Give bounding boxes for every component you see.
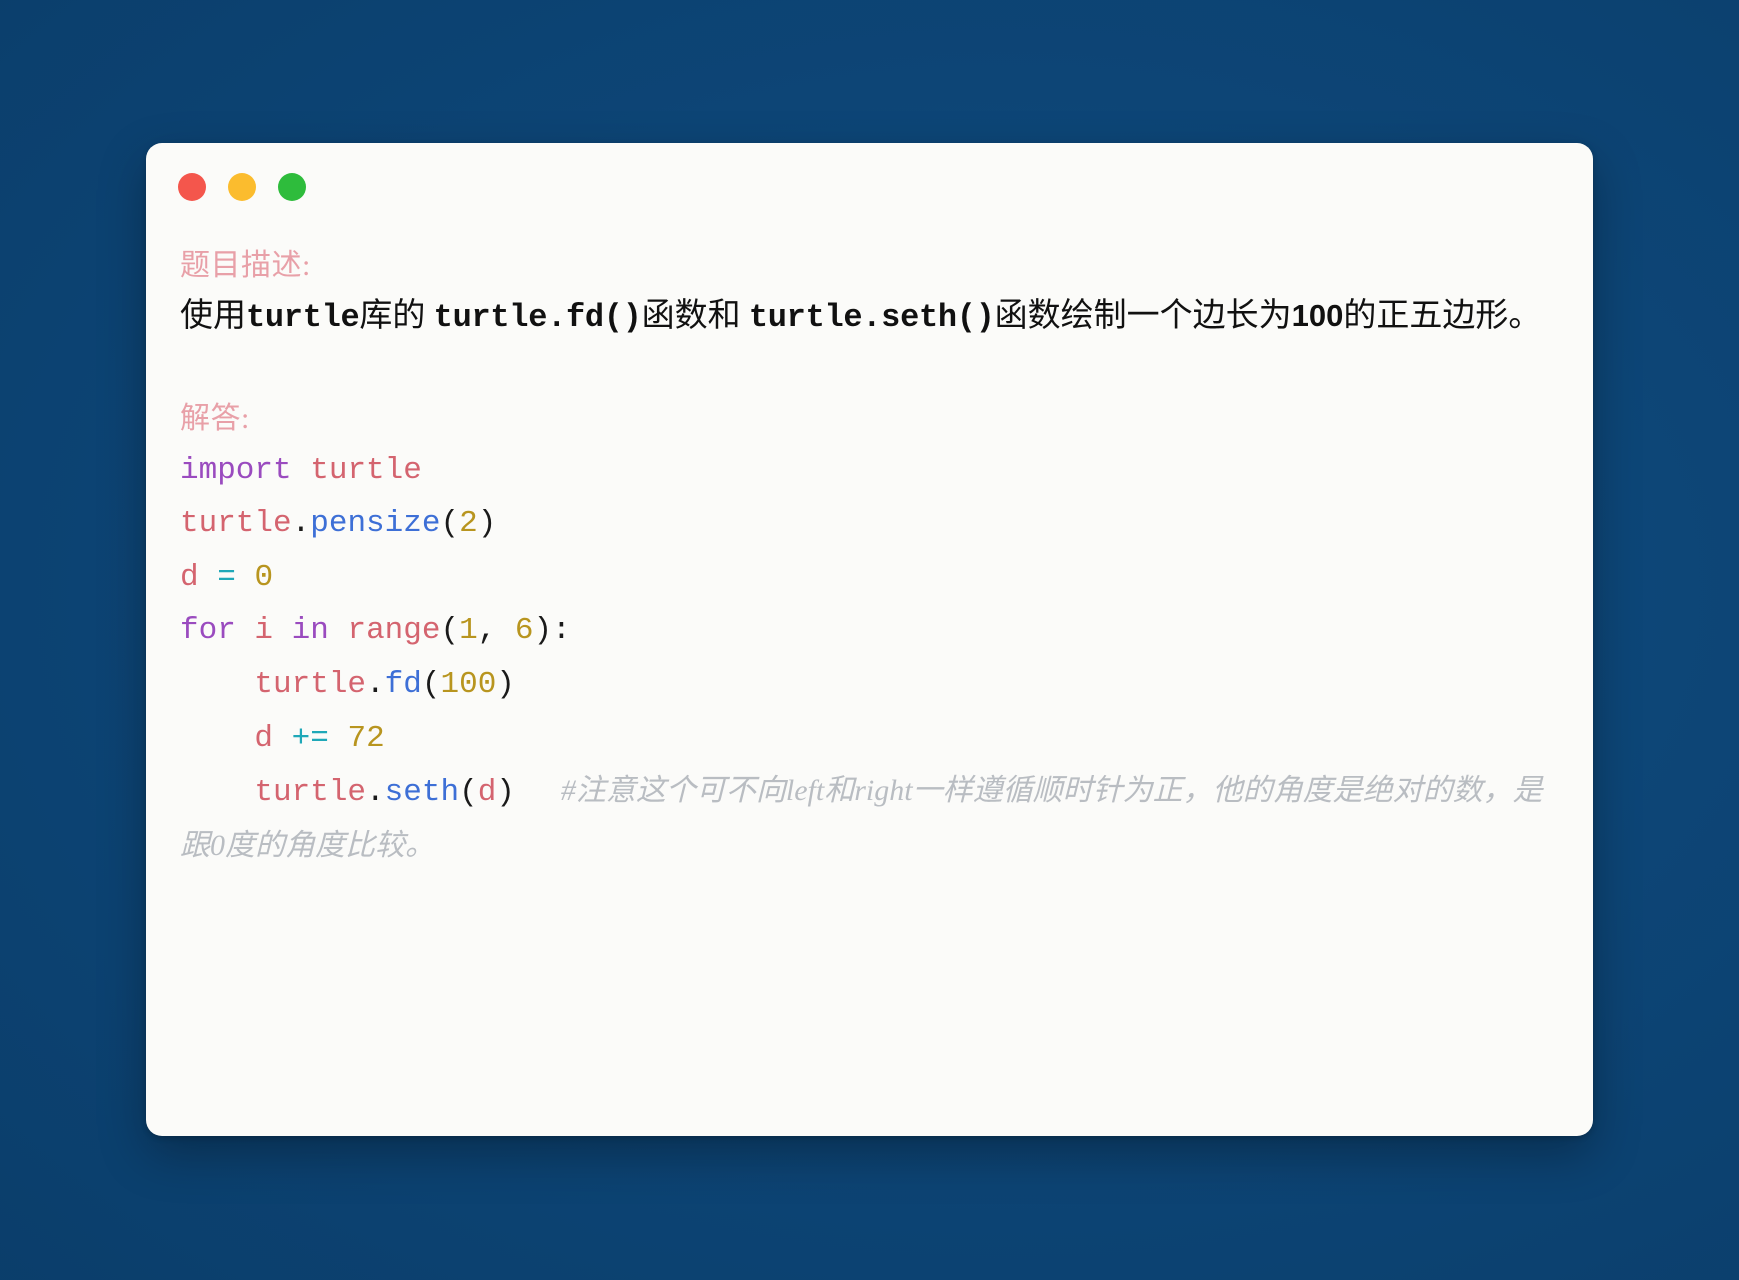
code-token-turtle-ref-3: turtle (254, 775, 367, 811)
code-token-var-i: i (254, 613, 274, 649)
problem-statement: 使用turtle库的 turtle.fd()函数和 turtle.seth()函… (180, 291, 1571, 343)
answer-heading: 解答: (180, 402, 250, 436)
code-token-lparen-2: ( (440, 613, 460, 649)
code-indent-1 (180, 667, 254, 702)
window-titlebar (178, 167, 306, 207)
code-token-turtle-ref-2: turtle (254, 667, 367, 703)
code-token-in: in (291, 613, 329, 649)
code-token-dot-1: . (291, 506, 311, 542)
code-token-pensize: pensize (310, 506, 441, 542)
code-token-assign: = (217, 559, 236, 595)
problem-text-1: 使用 (180, 297, 246, 334)
python-code-block[interactable]: import turtle turtle.pensize(2) d = 0 fo… (180, 444, 1571, 875)
code-token-range: range (347, 613, 441, 649)
code-token-lparen-3: ( (421, 667, 441, 703)
code-token-plus-assign: += (291, 720, 329, 756)
code-indent-3 (180, 775, 254, 810)
code-token-turtle-ref-1: turtle (180, 506, 292, 542)
problem-code-fd: turtle.fd() (433, 298, 642, 336)
code-token-rparen-2: ) (533, 613, 553, 649)
code-token-range-stop: 6 (514, 613, 534, 649)
code-token-var-d-2: d (254, 720, 274, 756)
problem-code-seth: turtle.seth() (748, 298, 995, 336)
problem-code-turtle: turtle (246, 298, 360, 336)
maximize-window-button[interactable] (278, 173, 306, 201)
code-token-rparen-4: ) (496, 775, 515, 811)
code-token-rparen-1: ) (477, 506, 497, 542)
close-window-button[interactable] (178, 173, 206, 201)
code-token-import: import (180, 452, 292, 488)
code-token-fd-arg: 100 (440, 667, 497, 703)
code-token-for: for (180, 613, 236, 649)
code-token-dot-3: . (366, 775, 385, 811)
code-token-zero: 0 (254, 559, 274, 595)
code-token-turtle-module: turtle (310, 452, 422, 488)
code-token-lparen-4: ( (459, 775, 478, 811)
snippet-content: 题目描述: 使用turtle库的 turtle.fd()函数和 turtle.s… (180, 247, 1571, 1126)
code-token-range-start: 1 (459, 613, 478, 649)
code-token-var-d-1: d (180, 559, 199, 595)
code-snippet-window: 题目描述: 使用turtle库的 turtle.fd()函数和 turtle.s… (146, 143, 1593, 1136)
code-token-fd: fd (384, 667, 422, 703)
problem-side-length: 100 (1291, 297, 1344, 333)
code-token-lparen-1: ( (440, 506, 460, 542)
problem-text-2: 库的 (359, 297, 434, 334)
code-token-colon: : (552, 613, 571, 649)
problem-heading: 题目描述: (180, 249, 311, 282)
minimize-window-button[interactable] (228, 173, 256, 201)
code-token-comma: , (477, 613, 515, 649)
code-token-dot-2: . (366, 667, 385, 703)
code-token-seth: seth (384, 775, 460, 811)
code-token-seventytwo: 72 (347, 720, 385, 756)
problem-text-3: 函数和 (641, 297, 749, 334)
problem-text-5: 的正五边形。 (1343, 297, 1542, 334)
problem-text-4: 函数绘制一个边长为 (994, 297, 1292, 334)
code-token-pensize-arg: 2 (459, 506, 478, 542)
code-token-var-d-3: d (477, 775, 497, 811)
code-token-rparen-3: ) (496, 667, 515, 703)
code-indent-2 (180, 721, 254, 756)
